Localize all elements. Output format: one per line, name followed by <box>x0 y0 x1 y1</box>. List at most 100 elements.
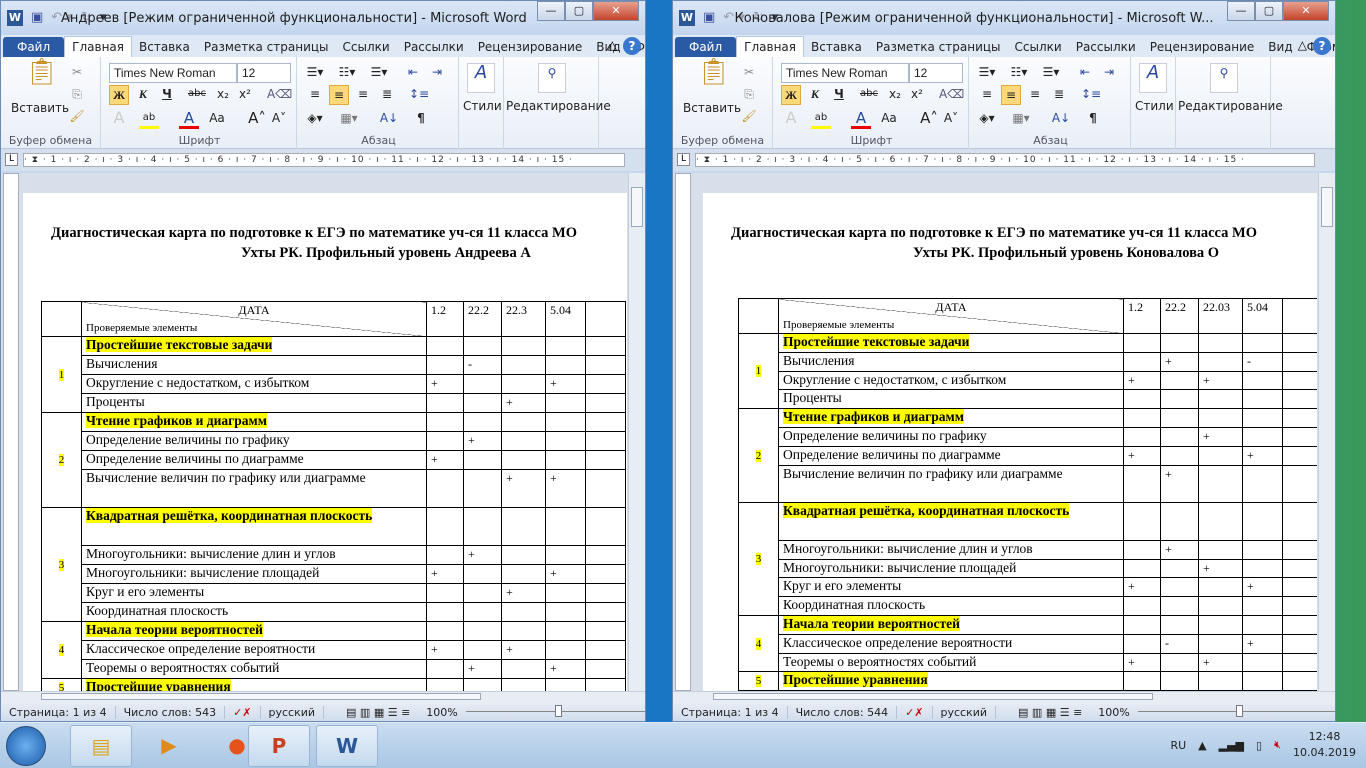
mark-cell[interactable] <box>1160 577 1199 598</box>
mark-cell[interactable] <box>501 621 546 641</box>
language-status[interactable]: русский <box>933 705 997 719</box>
mark-cell[interactable] <box>1242 652 1283 673</box>
mark-cell[interactable] <box>463 374 502 394</box>
copy-icon[interactable]: ⎘ <box>67 85 87 105</box>
shading-icon[interactable]: ◈▾ <box>305 109 325 129</box>
bold-button[interactable]: Ж <box>109 85 129 105</box>
tab-1[interactable]: Главная <box>736 36 804 57</box>
tab-1[interactable]: Главная <box>64 36 132 57</box>
mark-cell[interactable]: + <box>426 374 464 394</box>
line-spacing-icon[interactable]: ↕≡ <box>1081 85 1101 105</box>
mark-cell[interactable] <box>1198 333 1243 353</box>
mark-cell[interactable] <box>1198 389 1243 410</box>
mark-cell[interactable]: + <box>545 564 586 584</box>
mark-cell[interactable] <box>501 450 546 470</box>
mark-cell[interactable] <box>426 507 464 546</box>
mark-cell[interactable] <box>1242 502 1283 541</box>
mark-cell[interactable] <box>463 336 502 356</box>
tab-6[interactable]: Рецензирование <box>1143 37 1262 57</box>
clear-formatting-icon[interactable]: A⌫ <box>267 85 292 105</box>
mark-cell[interactable] <box>1242 558 1283 579</box>
highlight-icon[interactable]: ab <box>811 109 831 129</box>
volume-muted-icon[interactable]: 🔇︎ <box>1274 738 1281 752</box>
mark-cell[interactable] <box>1282 389 1317 410</box>
mark-cell[interactable]: + <box>1160 464 1199 504</box>
mark-cell[interactable] <box>1242 596 1283 616</box>
mark-cell[interactable]: + <box>501 393 546 413</box>
mark-cell[interactable] <box>1242 426 1283 447</box>
start-button[interactable] <box>6 726 46 766</box>
highlight-icon[interactable]: ab <box>139 109 159 129</box>
justify-button[interactable]: ≣ <box>1049 85 1069 105</box>
horizontal-scrollbar[interactable] <box>1 691 645 701</box>
mark-cell[interactable] <box>585 469 626 508</box>
mark-cell[interactable] <box>585 621 626 641</box>
mark-cell[interactable] <box>463 450 502 470</box>
mark-cell[interactable]: + <box>501 583 546 603</box>
decrease-indent-icon[interactable]: ⇤ <box>1075 63 1095 83</box>
clock[interactable]: 12:48 10.04.2019 <box>1293 729 1356 761</box>
mark-cell[interactable]: + <box>426 640 464 660</box>
superscript-button[interactable]: x² <box>235 85 255 105</box>
shrink-font-icon[interactable]: A˅ <box>269 109 289 129</box>
change-case-icon[interactable]: Aa <box>207 109 227 129</box>
mark-cell[interactable] <box>1282 333 1317 353</box>
align-left-button[interactable]: ≡ <box>977 85 997 105</box>
mark-cell[interactable] <box>545 507 586 546</box>
editing-group[interactable]: ⚲ Редактирование <box>1175 57 1283 149</box>
zoom-slider-thumb[interactable] <box>555 705 563 717</box>
align-center-button[interactable]: ≡ <box>329 85 349 105</box>
mark-cell[interactable] <box>1198 577 1243 598</box>
text-effects-icon[interactable]: A <box>109 109 129 129</box>
mark-cell[interactable] <box>426 412 464 432</box>
borders-icon[interactable]: ▦▾ <box>1011 109 1031 129</box>
mark-cell[interactable]: + <box>1198 370 1243 391</box>
strikethrough-button[interactable]: abc <box>859 85 879 105</box>
mark-cell[interactable] <box>1160 370 1199 391</box>
mark-cell[interactable]: + <box>545 659 586 679</box>
underline-button[interactable]: Ч <box>157 85 177 105</box>
numbering-icon[interactable]: ☷▾ <box>1009 63 1029 83</box>
tab-4[interactable]: Ссылки <box>1008 37 1069 57</box>
word-count[interactable]: Число слов: 543 <box>116 705 226 719</box>
mark-cell[interactable] <box>1123 596 1161 616</box>
show-marks-icon[interactable]: ¶ <box>411 109 431 129</box>
shrink-font-icon[interactable]: A˅ <box>941 109 961 129</box>
mark-cell[interactable] <box>545 431 586 451</box>
mark-cell[interactable] <box>1198 671 1243 691</box>
mark-cell[interactable] <box>1198 351 1243 372</box>
mark-cell[interactable] <box>426 545 464 565</box>
scrollbar-thumb[interactable] <box>631 187 643 227</box>
mark-cell[interactable] <box>1123 671 1161 691</box>
mark-cell[interactable]: + <box>545 374 586 394</box>
align-left-button[interactable]: ≡ <box>305 85 325 105</box>
increase-indent-icon[interactable]: ⇥ <box>1099 63 1119 83</box>
mark-cell[interactable] <box>1160 445 1199 466</box>
mark-cell[interactable] <box>585 450 626 470</box>
justify-button[interactable]: ≣ <box>377 85 397 105</box>
mark-cell[interactable] <box>585 374 626 394</box>
mark-cell[interactable] <box>545 545 586 565</box>
mark-cell[interactable] <box>426 602 464 622</box>
decrease-indent-icon[interactable]: ⇤ <box>403 63 423 83</box>
mark-cell[interactable] <box>1123 408 1161 428</box>
mark-cell[interactable] <box>1123 333 1161 353</box>
vertical-scrollbar[interactable] <box>1318 173 1335 691</box>
mark-cell[interactable] <box>463 621 502 641</box>
mark-cell[interactable]: + <box>1198 426 1243 447</box>
mark-cell[interactable]: + <box>463 431 502 451</box>
align-right-button[interactable]: ≡ <box>1025 85 1045 105</box>
document-page[interactable]: Диагностическая карта по подготовке к ЕГ… <box>703 193 1317 691</box>
superscript-button[interactable]: x² <box>907 85 927 105</box>
styles-group[interactable]: A Стили <box>1133 57 1174 149</box>
tab-0[interactable]: Файл <box>675 37 737 57</box>
zoom-level[interactable]: 100% <box>1090 706 1137 719</box>
mark-cell[interactable] <box>1198 596 1243 616</box>
mark-cell[interactable] <box>501 659 546 679</box>
mark-cell[interactable] <box>585 412 626 432</box>
mark-cell[interactable]: + <box>1123 370 1161 391</box>
power-icon[interactable]: ▯ <box>1256 739 1262 752</box>
mark-cell[interactable] <box>585 431 626 451</box>
mark-cell[interactable] <box>501 507 546 546</box>
tab-3[interactable]: Разметка страницы <box>869 37 1008 57</box>
